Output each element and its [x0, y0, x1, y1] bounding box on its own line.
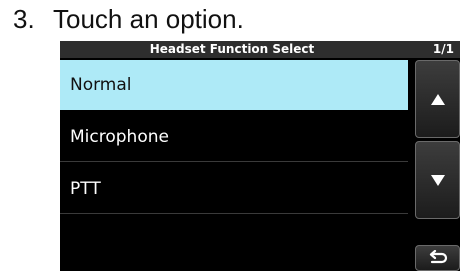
option-microphone[interactable]: Microphone — [60, 112, 408, 162]
scroll-down-button[interactable] — [415, 141, 460, 219]
screen-title: Headset Function Select — [149, 42, 315, 56]
transceiver-screen: Headset Function Select 1/1 Normal Micro… — [60, 41, 460, 271]
option-ptt[interactable]: PTT — [60, 164, 408, 214]
scroll-up-button[interactable] — [415, 60, 460, 138]
option-label: Microphone — [70, 127, 169, 147]
step-number: 3. — [13, 4, 35, 34]
back-button[interactable] — [415, 245, 460, 271]
return-arrow-icon — [429, 250, 447, 264]
step-text: Touch an option. — [53, 4, 244, 34]
page-indicator: 1/1 — [432, 42, 454, 56]
triangle-up-icon — [430, 93, 445, 105]
empty-list-row — [60, 216, 408, 266]
title-bar: Headset Function Select 1/1 — [60, 41, 460, 58]
option-normal[interactable]: Normal — [60, 60, 408, 110]
option-label: Normal — [70, 75, 132, 95]
option-label: PTT — [70, 179, 101, 199]
instruction-step: 3. Touch an option. — [13, 4, 244, 34]
triangle-down-icon — [430, 174, 445, 186]
option-list: Normal Microphone PTT — [60, 60, 408, 268]
